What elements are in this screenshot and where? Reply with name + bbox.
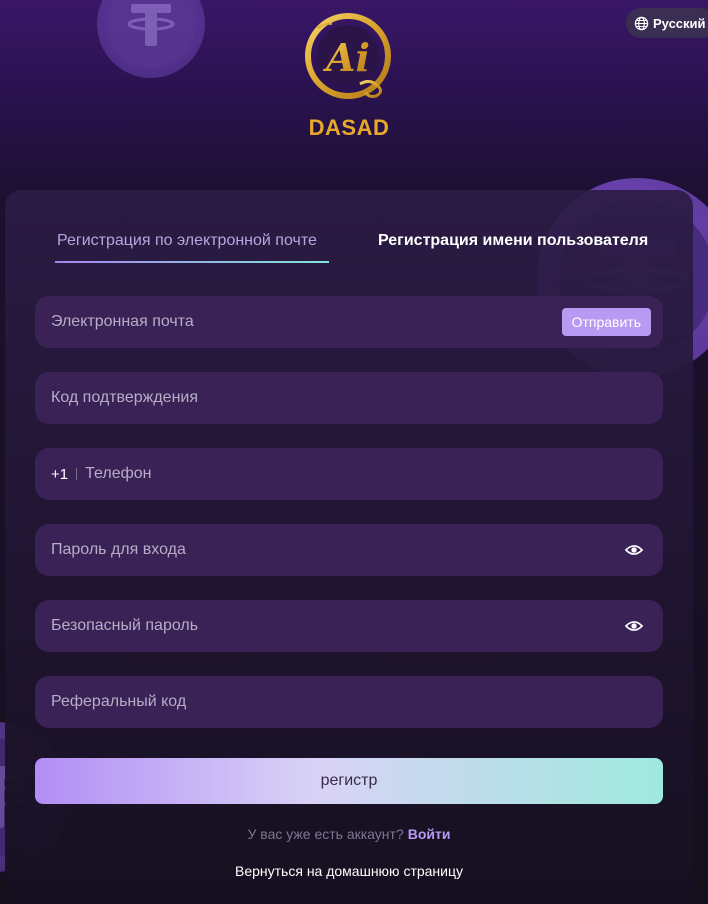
verification-code-field: [35, 372, 663, 424]
brand-name: DASAD: [308, 115, 390, 140]
send-code-button[interactable]: Отправить: [561, 308, 651, 336]
security-password-input[interactable]: [51, 617, 647, 635]
brand-logo: Ai: [0, 10, 708, 106]
referral-code-input[interactable]: [51, 693, 647, 711]
svg-text:Ai: Ai: [323, 35, 370, 80]
email-input[interactable]: [51, 313, 647, 331]
phone-input[interactable]: [85, 465, 647, 483]
have-account-text: У вас уже есть аккаунт?: [247, 826, 404, 842]
registration-page: Русский Ai DASAD Регистрация по электрон…: [0, 0, 708, 904]
verification-code-input[interactable]: [51, 389, 647, 407]
active-tab-indicator: [55, 261, 329, 263]
login-password-field: [35, 524, 663, 576]
login-prompt: У вас уже есть аккаунт? Войти: [0, 826, 698, 842]
login-password-input[interactable]: [51, 541, 647, 559]
login-link[interactable]: Войти: [408, 826, 451, 842]
country-code-selector[interactable]: +1: [51, 466, 68, 483]
tab-email-registration[interactable]: Регистрация по электронной почте: [57, 232, 317, 262]
eye-icon[interactable]: [625, 542, 643, 558]
register-button[interactable]: регистр: [35, 758, 663, 804]
back-home-link[interactable]: Вернуться на домашнюю страницу: [0, 863, 698, 879]
phone-field: +1: [35, 448, 663, 500]
tab-username-registration[interactable]: Регистрация имени пользователя: [378, 232, 648, 262]
ai-logo-icon: Ai: [305, 13, 391, 99]
referral-code-field: [35, 676, 663, 728]
security-password-field: [35, 600, 663, 652]
email-field: Отправить: [35, 296, 663, 348]
divider: [76, 468, 78, 480]
eye-icon[interactable]: [625, 618, 643, 634]
